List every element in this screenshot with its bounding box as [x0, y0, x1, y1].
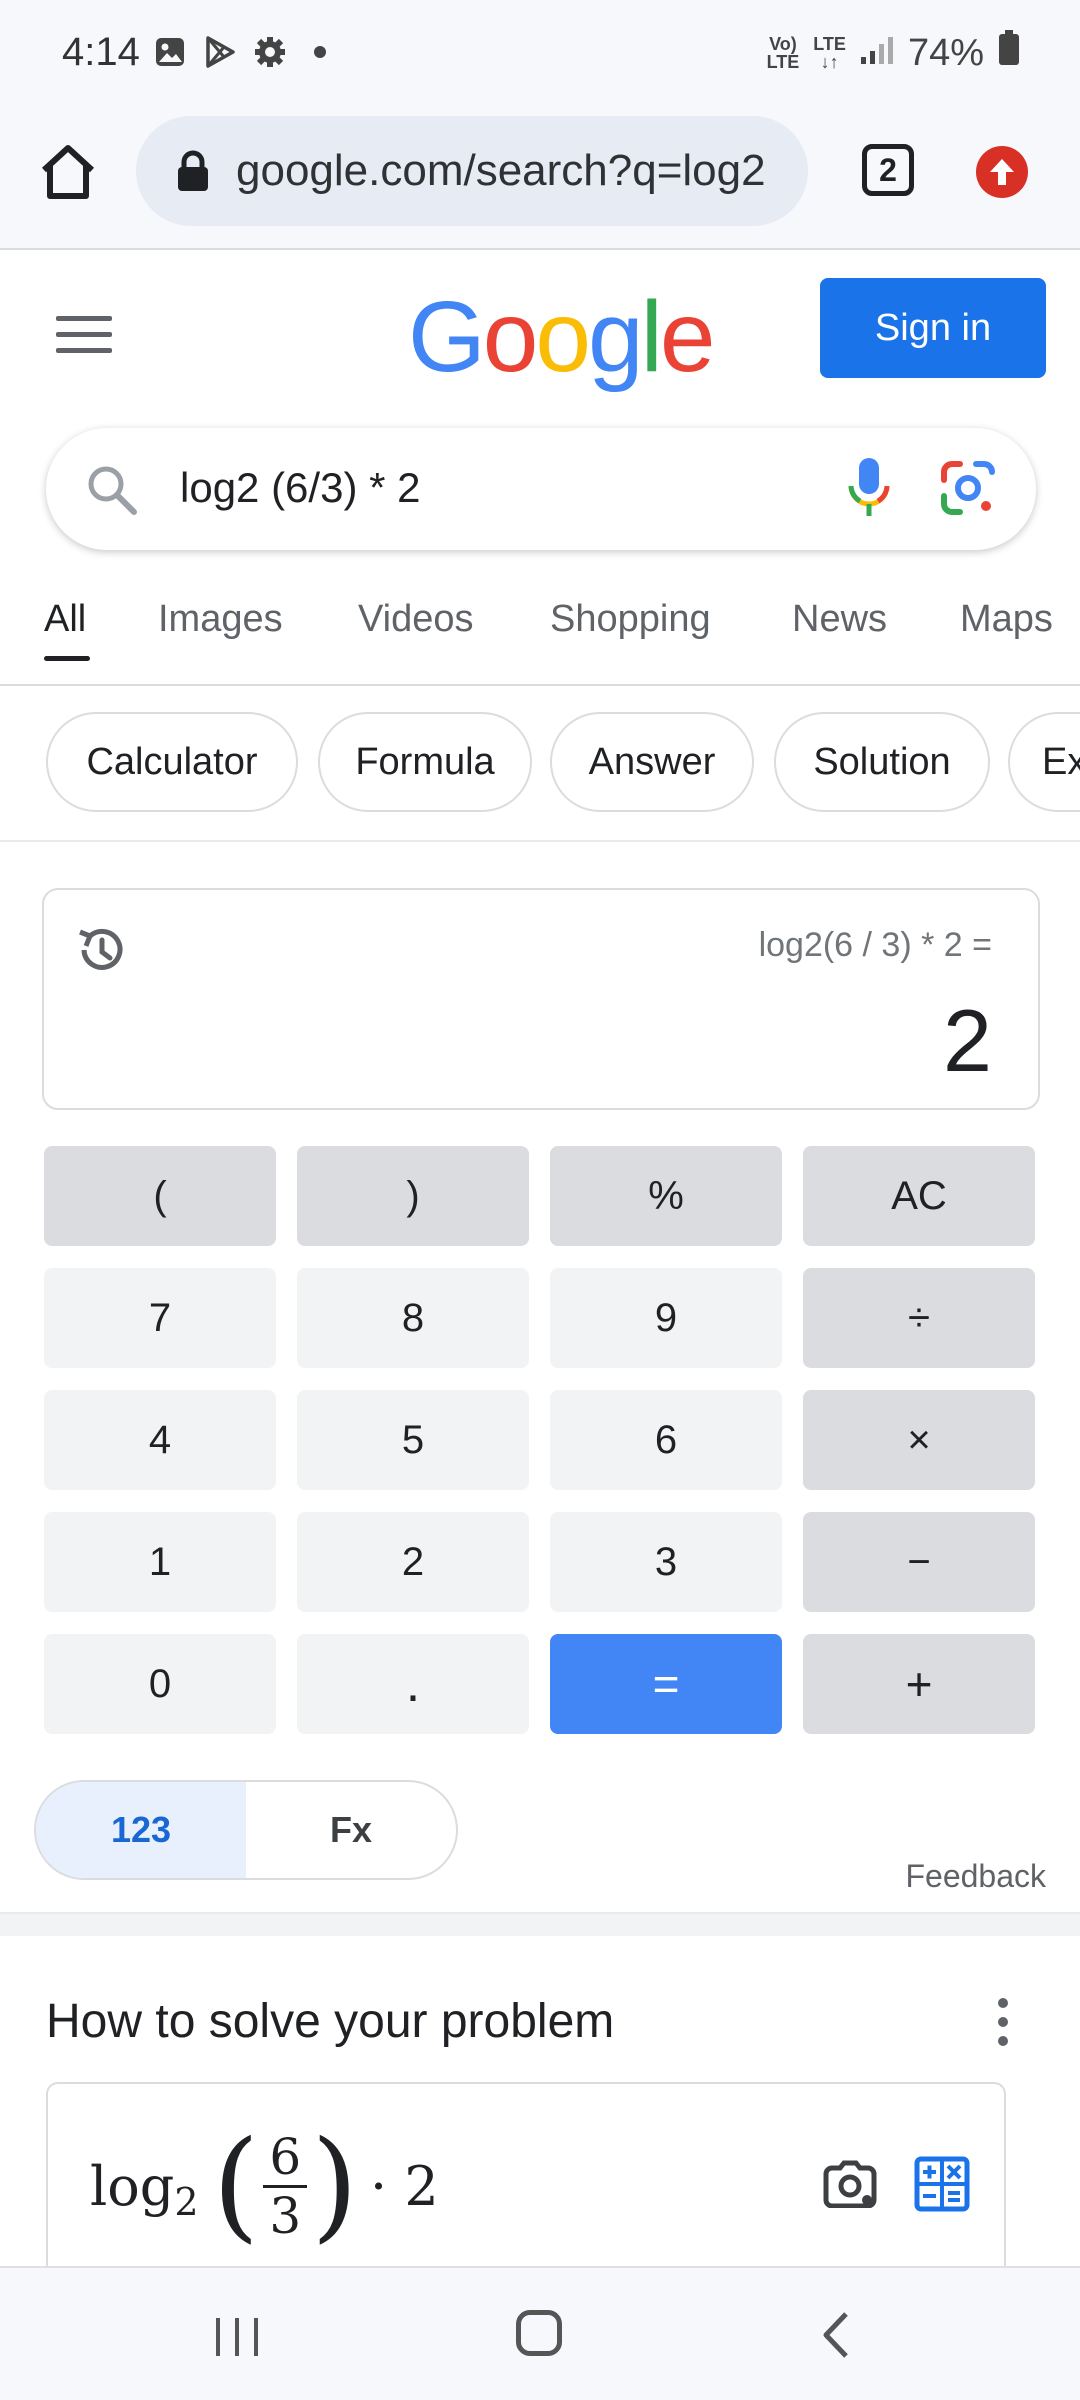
tab-all[interactable]: All	[44, 598, 86, 641]
mode-fx-button[interactable]: Fx	[246, 1782, 456, 1878]
active-tab-indicator	[44, 656, 90, 661]
filter-chips: Calculator Formula Answer Solution Ex	[0, 712, 1080, 816]
math-tail: · 2	[370, 2154, 439, 2218]
volte-indicator: Vo) LTE	[766, 34, 800, 72]
search-icon	[84, 462, 140, 523]
lte-indicator: LTE ↓↑	[813, 34, 846, 72]
key-decimal[interactable]: .	[297, 1634, 529, 1734]
key-equals[interactable]: =	[550, 1634, 782, 1734]
chip-answer[interactable]: Answer	[550, 712, 754, 812]
gallery-icon	[152, 34, 188, 70]
key-6[interactable]: 6	[550, 1390, 782, 1490]
sign-in-button[interactable]: Sign in	[820, 278, 1046, 378]
google-lens-icon[interactable]	[938, 458, 998, 523]
key-multiply[interactable]: ×	[803, 1390, 1035, 1490]
status-notification-icons	[152, 34, 338, 70]
key-3[interactable]: 3	[550, 1512, 782, 1612]
history-icon[interactable]	[74, 922, 130, 983]
search-tabs: All Images Videos Shopping News Maps	[0, 580, 1080, 686]
key-subtract[interactable]: −	[803, 1512, 1035, 1612]
status-bar: 4:14 Vo) LTE LTE ↓↑ 74%	[0, 0, 1080, 112]
feedback-link[interactable]: Feedback	[905, 1858, 1046, 1895]
chip-examples[interactable]: Ex	[1008, 712, 1080, 812]
system-nav-bar	[0, 2266, 1080, 2400]
signal-icon	[860, 32, 894, 75]
key-open-paren[interactable]: (	[44, 1146, 276, 1246]
math-expression: log 2 ( 63 ) · 2	[90, 2116, 439, 2255]
tab-news[interactable]: News	[792, 598, 887, 641]
logo-letter: g	[588, 281, 644, 393]
key-5[interactable]: 5	[297, 1390, 529, 1490]
chip-solution[interactable]: Solution	[774, 712, 990, 812]
mode-basic-button[interactable]: 123	[36, 1782, 246, 1878]
update-button[interactable]	[976, 146, 1028, 198]
key-9[interactable]: 9	[550, 1268, 782, 1368]
key-add[interactable]: +	[803, 1634, 1035, 1734]
key-2[interactable]: 2	[297, 1512, 529, 1612]
logo-letter: G	[408, 281, 486, 393]
key-0[interactable]: 0	[44, 1634, 276, 1734]
key-clear[interactable]: AC	[803, 1146, 1035, 1246]
tab-maps[interactable]: Maps	[960, 598, 1053, 641]
key-7[interactable]: 7	[44, 1268, 276, 1368]
camera-icon[interactable]	[822, 2160, 878, 2213]
math-fraction: 63	[263, 2129, 308, 2244]
key-percent[interactable]: %	[550, 1146, 782, 1246]
math-log: log	[90, 2154, 175, 2218]
chip-formula[interactable]: Formula	[318, 712, 532, 812]
hamburger-menu-button[interactable]	[56, 316, 112, 356]
recent-apps-icon[interactable]	[214, 2314, 260, 2365]
key-1[interactable]: 1	[44, 1512, 276, 1612]
calculator-expression: log2(6 / 3) * 2 =	[758, 926, 992, 964]
home-nav-icon[interactable]	[516, 2310, 562, 2356]
home-icon	[41, 145, 95, 199]
key-4[interactable]: 4	[44, 1390, 276, 1490]
tab-switcher-button[interactable]: 2	[862, 144, 914, 196]
status-right-icons: Vo) LTE LTE ↓↑ 74%	[767, 30, 1020, 76]
url-text: google.com/search?q=log2	[236, 146, 766, 195]
lock-icon	[176, 150, 210, 197]
calculator-result: 2	[943, 991, 992, 1090]
tab-images[interactable]: Images	[158, 598, 283, 641]
math-log-base: 2	[174, 2180, 199, 2224]
key-divide[interactable]: ÷	[803, 1268, 1035, 1368]
search-box[interactable]: log2 (6/3) * 2	[46, 428, 1036, 550]
browser-toolbar: google.com/search?q=log2 2	[0, 112, 1080, 250]
key-8[interactable]: 8	[297, 1268, 529, 1368]
calculator-mode-toggle: 123 Fx	[34, 1780, 458, 1880]
tab-shopping[interactable]: Shopping	[550, 598, 711, 641]
back-icon[interactable]	[818, 2310, 852, 2365]
calculator-display: log2(6 / 3) * 2 = 2	[42, 888, 1040, 1110]
section-separator	[0, 1912, 1080, 1936]
home-button[interactable]	[36, 140, 100, 204]
battery-icon	[998, 30, 1020, 76]
microphone-icon[interactable]	[846, 456, 892, 525]
solve-section-title: How to solve your problem	[46, 1995, 615, 2048]
tab-videos[interactable]: Videos	[358, 598, 474, 641]
calculator-icon[interactable]	[914, 2156, 970, 2217]
logo-letter: o	[535, 281, 591, 393]
status-time: 4:14	[62, 30, 140, 74]
google-logo: Google	[408, 280, 716, 395]
dot-icon	[302, 34, 338, 70]
settings-icon	[252, 34, 288, 70]
more-options-icon[interactable]	[998, 1998, 1012, 2055]
key-close-paren[interactable]: )	[297, 1146, 529, 1246]
logo-letter: l	[640, 281, 663, 393]
divider	[0, 840, 1080, 842]
play-store-icon	[202, 34, 238, 70]
logo-letter: e	[659, 281, 716, 393]
search-input[interactable]: log2 (6/3) * 2	[180, 464, 420, 512]
battery-percent: 74%	[907, 31, 984, 74]
chip-calculator[interactable]: Calculator	[46, 712, 298, 812]
address-bar[interactable]: google.com/search?q=log2	[136, 116, 808, 226]
logo-letter: o	[482, 281, 539, 393]
arrow-up-icon	[990, 159, 1014, 185]
math-solver-card[interactable]: log 2 ( 63 ) · 2	[46, 2082, 1006, 2282]
